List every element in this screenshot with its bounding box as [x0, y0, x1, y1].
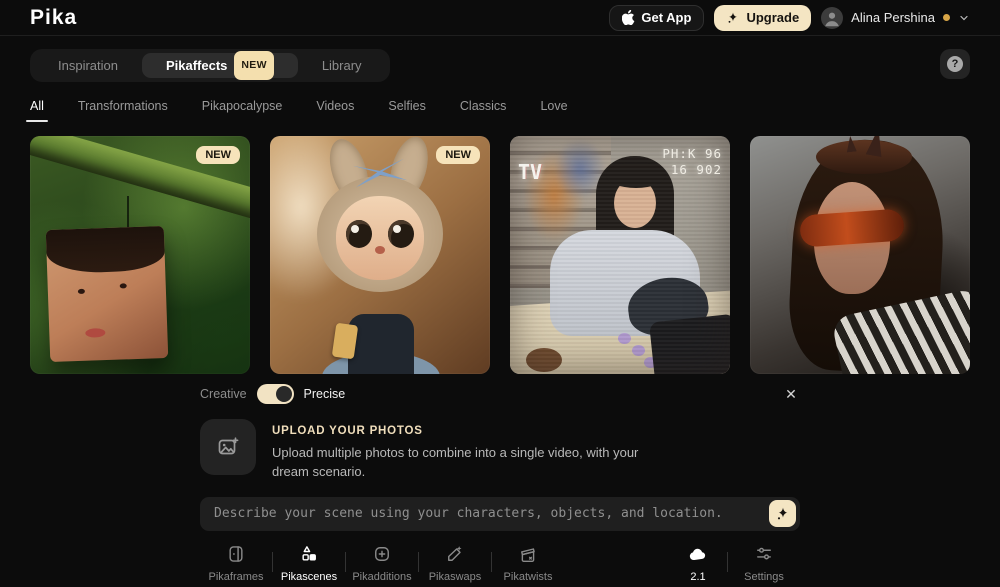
vhs-tv-overlay-text: TV [518, 160, 543, 184]
header-actions: Get App Upgrade Alina Pershina [609, 4, 970, 31]
nav-pikaswaps[interactable]: Pikaswaps [419, 540, 491, 583]
creative-label[interactable]: Creative [200, 387, 247, 401]
doll-eye [346, 220, 372, 248]
chevron-down-icon [958, 12, 970, 24]
plan-status-dot [943, 14, 950, 21]
face-cube [45, 225, 169, 363]
nav-settings[interactable]: Settings [728, 540, 800, 583]
eye-shape [119, 283, 127, 289]
account-menu[interactable]: Alina Pershina [821, 6, 970, 29]
effects-card-grid: NEW NEW TV PH:K 96 16 902 [30, 136, 970, 374]
account-name: Alina Pershina [851, 10, 935, 25]
eye-shape [77, 288, 85, 295]
lips-shape [85, 328, 106, 338]
nav-label: Pikaframes [208, 570, 264, 583]
close-icon[interactable]: ✕ [782, 385, 800, 403]
filter-selfies[interactable]: Selfies [388, 99, 426, 122]
vhs-timestamp-line2: 16 902 [670, 162, 722, 178]
tab-pikaffects[interactable]: Pikaffects NEW [141, 51, 298, 80]
card-new-badge: NEW [436, 146, 480, 164]
nav-label: Pikatwists [503, 570, 553, 583]
filter-all[interactable]: All [26, 99, 48, 122]
tab-inspiration-label: Inspiration [58, 58, 118, 73]
filter-classics[interactable]: Classics [460, 99, 507, 122]
cloud-icon [687, 544, 709, 564]
upload-texts: UPLOAD YOUR PHOTOS Upload multiple photo… [272, 419, 662, 482]
help-button[interactable]: ? [940, 49, 970, 79]
main-tabs: Inspiration Pikaffects NEW Library [30, 49, 390, 82]
sliders-icon [754, 544, 774, 564]
model-version-item[interactable]: 2.1 [669, 540, 727, 583]
nav-label: Pikascenes [280, 570, 338, 583]
model-version-label: 2.1 [690, 570, 706, 583]
filter-love[interactable]: Love [540, 99, 567, 122]
nav-label: Pikadditions [352, 570, 412, 583]
filter-videos[interactable]: Videos [316, 99, 354, 122]
prompt-bar [200, 496, 800, 531]
top-bar: Pika Get App Upgrade Alina Pershina [0, 0, 1000, 36]
new-badge: NEW [234, 51, 274, 80]
upload-description: Upload multiple photos to combine into a… [272, 445, 639, 479]
get-app-label: Get App [641, 10, 692, 25]
doll-nose [375, 246, 385, 254]
doll-phone [331, 322, 359, 360]
composer-panel: Creative Precise ✕ UPLOAD YOUR PHOTOS Up… [200, 384, 800, 531]
nav-pikascenes[interactable]: Pikascenes [273, 540, 345, 583]
apple-icon [622, 10, 635, 25]
card-masked-warrior[interactable] [750, 136, 970, 374]
upload-title: UPLOAD YOUR PHOTOS [272, 425, 423, 437]
tab-pikaffects-label: Pikaffects [165, 58, 228, 73]
image-plus-icon [216, 435, 240, 459]
nav-pikadditions[interactable]: Pikadditions [346, 540, 418, 583]
mode-toggle-row: Creative Precise ✕ [200, 384, 800, 404]
doll-body [348, 314, 414, 374]
card-vhs-store-scene[interactable]: TV PH:K 96 16 902 [510, 136, 730, 374]
vhs-timestamp-overlay: PH:K 96 16 902 [662, 146, 722, 179]
frames-icon [226, 544, 246, 564]
tab-inspiration[interactable]: Inspiration [34, 53, 142, 78]
nav-label: Pikaswaps [428, 570, 482, 583]
question-mark-icon: ? [947, 56, 963, 72]
prompt-input[interactable] [214, 506, 769, 522]
warrior-headpiece [816, 140, 912, 174]
additions-icon [372, 544, 392, 564]
bottom-nav-system: 2.1 Settings [669, 540, 800, 583]
vhs-timestamp-line1: PH:K 96 [662, 146, 722, 161]
avatar [821, 6, 844, 29]
creative-precise-toggle[interactable] [256, 384, 294, 404]
upgrade-button[interactable]: Upgrade [714, 4, 812, 31]
nav-pikaframes[interactable]: Pikaframes [200, 540, 272, 583]
upload-photos-button[interactable] [200, 419, 256, 475]
bottom-nav: Pikaframes Pikascenes Pikadditions Pikas… [200, 540, 800, 583]
main-tabs-row: Inspiration Pikaffects NEW Library ? [30, 49, 970, 82]
tab-library-label: Library [321, 58, 362, 73]
twists-icon [518, 544, 538, 564]
settings-label: Settings [744, 570, 784, 583]
scenes-icon [299, 544, 319, 564]
card-new-badge: NEW [196, 146, 240, 164]
pika-logo: Pika [30, 5, 78, 29]
sparkle-icon [726, 11, 740, 25]
precise-label[interactable]: Precise [304, 387, 346, 401]
filter-pikapocalypse[interactable]: Pikapocalypse [202, 99, 283, 122]
hair-shape [45, 225, 166, 275]
card-plush-doll[interactable]: NEW [270, 136, 490, 374]
filter-transformations[interactable]: Transformations [78, 99, 168, 122]
card-jungle-face-cube[interactable]: NEW [30, 136, 250, 374]
upload-section: UPLOAD YOUR PHOTOS Upload multiple photo… [200, 419, 800, 482]
upgrade-label: Upgrade [746, 10, 800, 25]
get-app-button[interactable]: Get App [609, 4, 705, 31]
nav-pikatwists[interactable]: Pikatwists [492, 540, 564, 583]
eye-glint [393, 225, 401, 233]
doll-eye [388, 220, 414, 248]
toggle-knob [275, 386, 292, 402]
generate-button[interactable] [769, 500, 796, 528]
sparkle-icon [775, 506, 791, 522]
filter-tabs: All Transformations Pikapocalypse Videos… [26, 99, 970, 122]
eye-glint [351, 225, 359, 233]
swaps-icon [445, 544, 465, 564]
bottom-nav-tools: Pikaframes Pikascenes Pikadditions Pikas… [200, 540, 564, 583]
tab-library[interactable]: Library [298, 53, 386, 78]
